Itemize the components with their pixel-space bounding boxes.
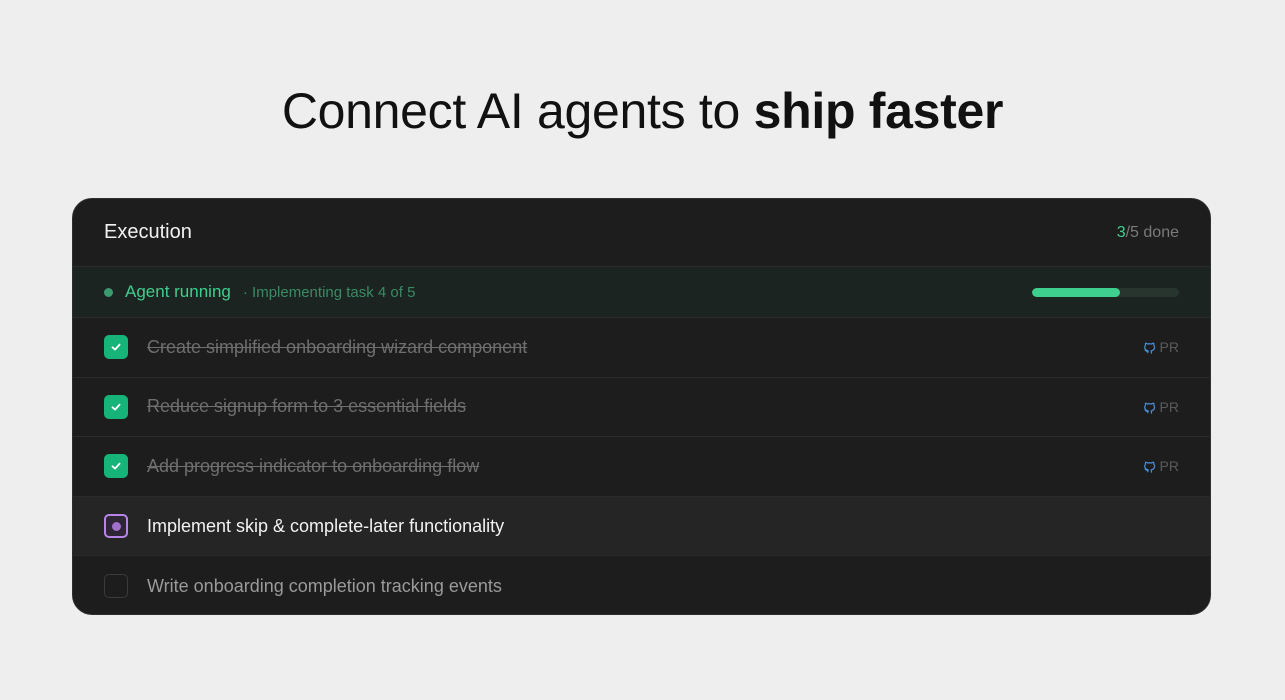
task-label: Add progress indicator to onboarding flo…	[147, 455, 480, 476]
pr-label: PR	[1159, 458, 1179, 475]
headline-regular: Connect AI agents to	[281, 83, 754, 139]
task-item[interactable]: Create simplified onboarding wizard comp…	[73, 318, 1210, 378]
task-item-current[interactable]: Implement skip & complete-later function…	[73, 496, 1210, 557]
task-checkbox-checked[interactable]	[104, 454, 128, 479]
github-icon	[1143, 462, 1155, 474]
pr-label: PR	[1159, 339, 1179, 356]
headline-bold: ship faster	[753, 83, 1004, 139]
task-item[interactable]: Write onboarding completion tracking eve…	[73, 556, 1210, 614]
done-count-number: 3	[1116, 223, 1126, 241]
pr-label: PR	[1159, 398, 1179, 415]
task-list: Create simplified onboarding wizard comp…	[73, 318, 1210, 614]
task-item[interactable]: Add progress indicator to onboarding flo…	[73, 437, 1210, 497]
check-icon	[111, 403, 121, 411]
status-detail: · Implementing task 4 of 5	[242, 283, 416, 301]
task-label: Create simplified onboarding wizard comp…	[147, 336, 528, 357]
task-label: Write onboarding completion tracking eve…	[147, 575, 502, 596]
panel-header: Execution 3/5 done	[73, 199, 1210, 267]
task-checkbox-checked[interactable]	[104, 335, 128, 360]
done-counter: 3/5 done	[1117, 224, 1179, 242]
task-label: Implement skip & complete-later function…	[147, 515, 505, 536]
check-icon	[111, 463, 121, 470]
page-headline: Connect AI agents to ship faster	[0, 82, 1285, 140]
in-progress-dot-icon	[111, 521, 121, 531]
agent-status-row: Agent running · Implementing task 4 of 5	[73, 267, 1210, 318]
pr-link[interactable]: PR	[1143, 458, 1179, 474]
task-checkbox-unchecked[interactable]	[104, 574, 128, 599]
status-dot	[104, 287, 113, 297]
progress-bar-fill	[1032, 287, 1121, 297]
status-label: Agent running	[125, 282, 231, 301]
progress-bar	[1032, 287, 1179, 297]
github-icon	[1143, 402, 1155, 414]
github-icon	[1143, 342, 1155, 355]
task-label: Reduce signup form to 3 essential fields	[147, 396, 467, 417]
pr-link[interactable]: PR	[1143, 399, 1179, 415]
panel-title: Execution	[104, 221, 192, 243]
execution-panel: Execution 3/5 done Agent running · Imple…	[72, 198, 1211, 615]
task-checkbox-in-progress[interactable]	[104, 514, 128, 539]
task-item[interactable]: Reduce signup form to 3 essential fields…	[73, 378, 1210, 438]
pr-link[interactable]: PR	[1143, 339, 1179, 355]
check-icon	[111, 343, 121, 351]
done-count-total: /5 done	[1125, 223, 1179, 241]
task-checkbox-checked[interactable]	[104, 394, 128, 419]
